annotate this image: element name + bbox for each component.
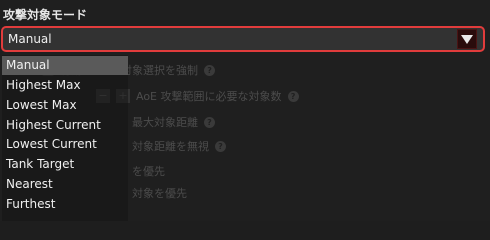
triangle-down-icon (461, 35, 473, 44)
bg-setting-row: 最大対象距離 ? (132, 114, 215, 130)
option-highest-current[interactable]: Highest Current (2, 116, 128, 135)
target-mode-settings: 攻撃対象モード 有効な AoE 対象選択を強制 ? − + AoE 攻撃範囲に必… (0, 0, 490, 221)
bg-setting-row: 対象を優先 (132, 185, 187, 201)
combo-selected-value: Manual (8, 32, 52, 46)
option-lowest-max[interactable]: Lowest Max (2, 96, 128, 115)
bg-setting-label: 最大対象距離 (132, 116, 198, 129)
option-highest-max[interactable]: Highest Max (2, 76, 128, 95)
option-nearest[interactable]: Nearest (2, 175, 128, 194)
bg-setting-row: を優先 (132, 163, 165, 179)
bg-setting-label: 対象距離を無視 (132, 140, 209, 153)
help-icon: ? (287, 90, 299, 102)
target-mode-dropdown: Manual Highest Max Lowest Max Highest Cu… (2, 55, 128, 221)
help-icon: ? (204, 116, 215, 128)
option-furthest[interactable]: Furthest (2, 195, 128, 214)
option-tank-target[interactable]: Tank Target (2, 155, 128, 174)
bg-setting-label: AoE 攻撃範囲に必要な対象数 (136, 90, 282, 103)
help-icon: ? (204, 64, 216, 76)
help-icon: ? (215, 140, 226, 152)
bg-setting-row: 対象距離を無視 ? (132, 138, 226, 154)
option-lowest-current[interactable]: Lowest Current (2, 135, 128, 154)
attack-target-mode-label: 攻撃対象モード (3, 8, 88, 22)
option-manual[interactable]: Manual (2, 56, 128, 75)
bg-setting-label: 対象を優先 (132, 187, 187, 200)
bg-setting-label: を優先 (132, 165, 165, 178)
target-mode-combo[interactable]: Manual (1, 26, 485, 52)
combo-arrow-button[interactable] (457, 29, 477, 49)
